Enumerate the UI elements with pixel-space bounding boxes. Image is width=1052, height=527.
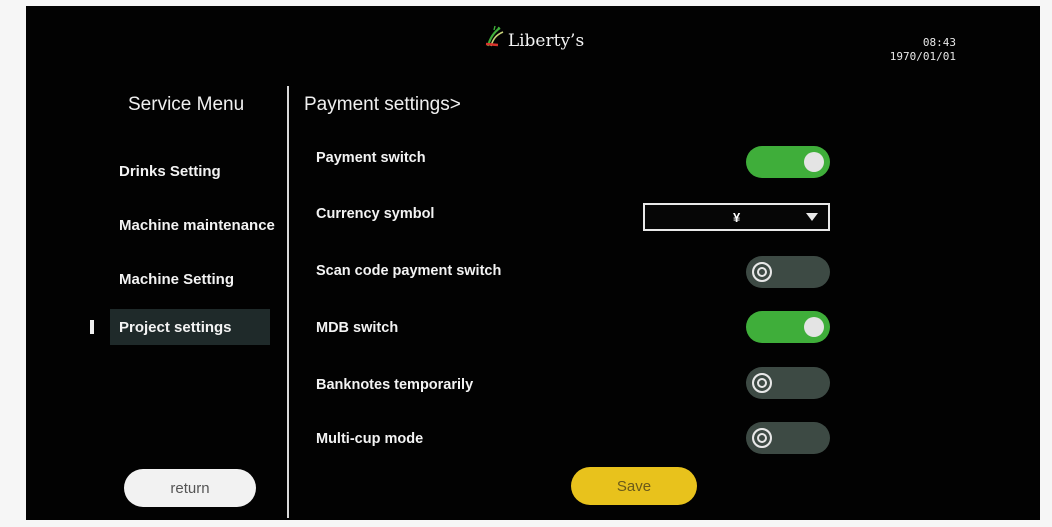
banknotes-temporarily-toggle[interactable] xyxy=(746,367,830,399)
liberty-logo-icon xyxy=(485,25,504,47)
sidebar-item-label: Drinks Setting xyxy=(119,162,221,180)
sidebar-item-label: Machine Setting xyxy=(119,270,235,288)
toggle-knob-icon xyxy=(752,428,772,448)
sidebar-title: Service Menu xyxy=(128,94,245,115)
scan-code-payment-switch-label: Scan code payment switch xyxy=(316,263,502,279)
clock: 08:43 1970/01/01 xyxy=(890,36,956,64)
toggle-knob-icon xyxy=(752,262,772,282)
mdb-switch-toggle[interactable] xyxy=(746,311,830,343)
time-display: 08:43 xyxy=(922,36,956,49)
payment-switch-label: Payment switch xyxy=(316,150,426,166)
toggle-knob-icon xyxy=(804,152,824,172)
sidebar-divider xyxy=(287,86,289,518)
sidebar-item-project-settings[interactable]: Project settings xyxy=(110,309,270,345)
brand-name: Liberty’s xyxy=(507,31,585,51)
service-screen: Liberty’s 08:43 1970/01/01 Service Menu … xyxy=(26,6,1040,520)
toggle-knob-icon xyxy=(752,373,772,393)
sidebar-item-machine-setting[interactable]: Machine Setting xyxy=(110,261,270,297)
scan-code-payment-toggle[interactable] xyxy=(746,256,830,288)
active-menu-marker xyxy=(90,320,94,334)
multi-cup-mode-label: Multi-cup mode xyxy=(316,431,424,447)
sidebar-item-label: Project settings xyxy=(119,318,232,336)
return-button[interactable]: return xyxy=(124,469,256,507)
multi-cup-mode-toggle[interactable] xyxy=(746,422,830,454)
sidebar-item-drinks-setting[interactable]: Drinks Setting xyxy=(110,153,270,189)
currency-symbol-label: Currency symbol xyxy=(316,206,435,222)
brand-logo: Liberty’s xyxy=(26,24,1040,51)
date-display: 1970/01/01 xyxy=(889,50,956,63)
currency-symbol-select[interactable]: ¥ xyxy=(643,203,830,231)
banknotes-temporarily-label: Banknotes temporarily xyxy=(316,377,474,393)
save-button[interactable]: Save xyxy=(571,467,697,505)
sidebar-item-label: Machine maintenance xyxy=(119,216,275,234)
chevron-down-icon xyxy=(806,213,818,221)
toggle-knob-icon xyxy=(804,317,824,337)
mdb-switch-label: MDB switch xyxy=(316,320,399,336)
page-title: Payment settings> xyxy=(304,94,461,115)
currency-symbol-value: ¥ xyxy=(733,210,741,225)
sidebar-item-machine-maintenance[interactable]: Machine maintenance xyxy=(110,207,285,243)
payment-switch-toggle[interactable] xyxy=(746,146,830,178)
